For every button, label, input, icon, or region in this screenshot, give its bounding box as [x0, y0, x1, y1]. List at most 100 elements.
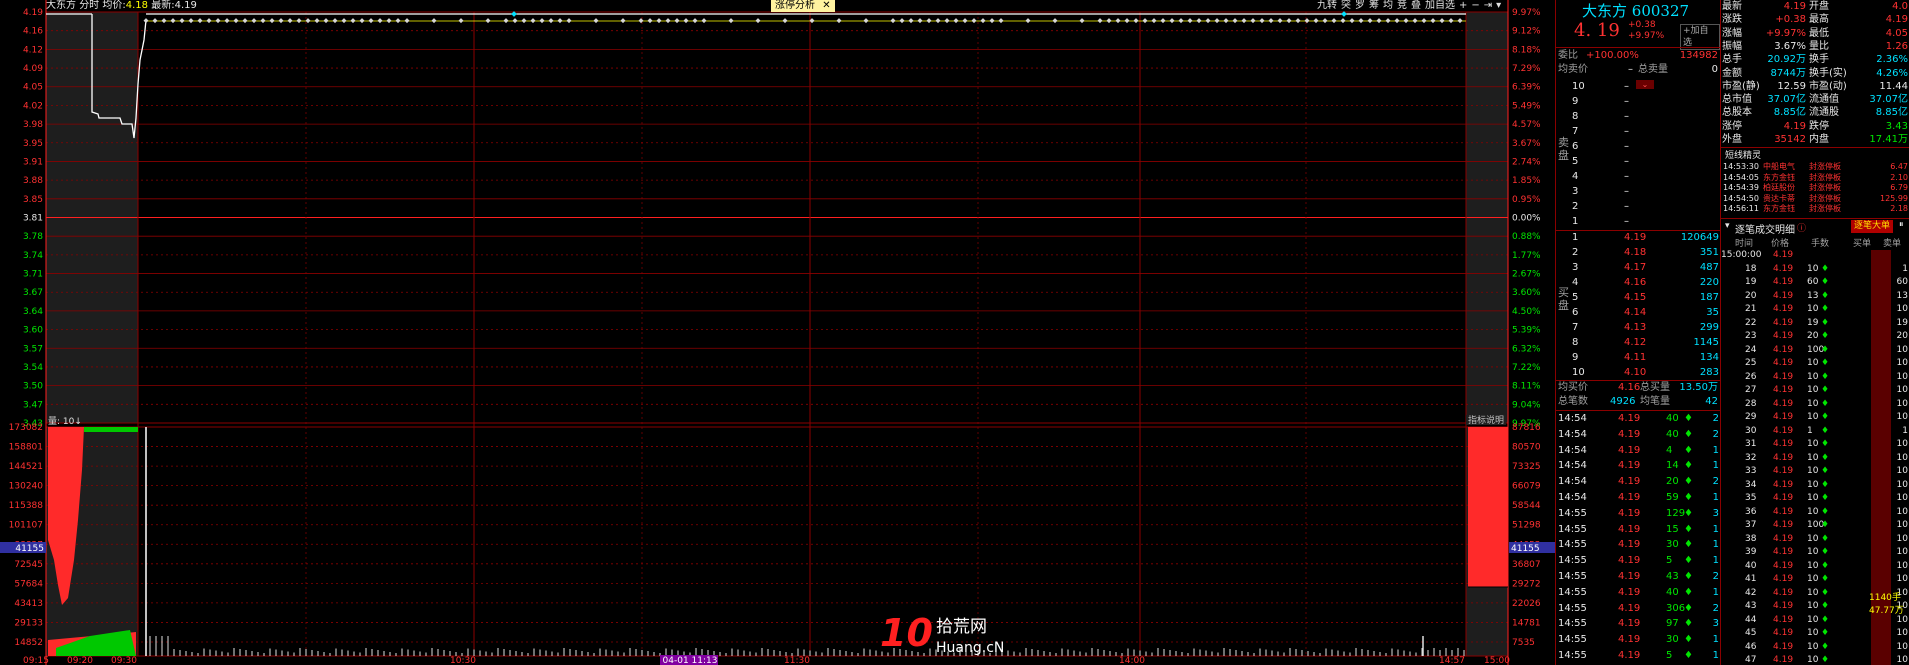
stat-label: 最高 [1809, 14, 1829, 26]
deal-seq: 46 [1745, 641, 1757, 652]
toolbar-button-4[interactable]: 均 [1381, 0, 1395, 12]
trade-marker [998, 18, 1004, 24]
stat-label: 流通股 [1809, 107, 1839, 119]
watermark-number: 10 [880, 611, 933, 655]
stats-row: 总市值 37.07亿 流通值 37.07亿 [1721, 93, 1909, 106]
deal-row: 234.1920♦20♦ [1721, 330, 1909, 343]
stat-label: 涨幅 [1722, 27, 1742, 39]
stat-label: 最低 [1809, 27, 1829, 39]
stat-label: 最新 [1722, 1, 1742, 12]
toolbar-button-1[interactable]: 突 [1339, 0, 1353, 12]
toolbar-button-7[interactable]: 加自选 [1423, 0, 1457, 12]
volume-tick-left: 14852 [14, 638, 43, 648]
toolbar-button-2[interactable]: 罗 [1353, 0, 1367, 12]
deal-sell-volume: 10 [1896, 479, 1908, 490]
sell-level-price: – [1624, 126, 1629, 137]
deal-row: 364.1910♦10♦ [1721, 506, 1909, 519]
deal-volume: 10 [1807, 466, 1819, 476]
short-term-item[interactable]: 14:54:05 东方金钰 封涨停板 2.10 [1721, 173, 1909, 183]
trade-marker [197, 18, 203, 24]
deal-price: 4.19 [1773, 655, 1794, 665]
intraday-chart-area[interactable]: 4.19 9.97% 4.16 9.12% 4.12 8.18% 4.09 7.29% 4.05… [0, 0, 1555, 665]
toolbar-button-0[interactable]: 九转 [1315, 0, 1339, 12]
avg-sell-label: 均卖价 [1558, 64, 1588, 75]
stat-value: 2.36% [1876, 54, 1908, 66]
trade-marker [1313, 18, 1319, 24]
sell-level-row: 7– [1556, 125, 1721, 140]
toolbar-button-6[interactable]: 叠 [1409, 0, 1423, 12]
stat-label: 流通值 [1809, 94, 1839, 106]
limit-up-analysis-tab[interactable]: 涨停分析 ✕ [771, 0, 835, 12]
deal-price: 4.19 [1773, 614, 1794, 625]
trade-marker [1430, 18, 1436, 24]
toolbar-arrow-icon-3[interactable]: ▾ [1494, 0, 1503, 12]
sell-level-row: 10 – [1556, 80, 1721, 95]
big-order-button[interactable]: 逐笔大单 [1851, 220, 1894, 233]
price-tick-right: 5.49% [1512, 101, 1541, 111]
buy-level-volume: 120649 [1680, 232, 1719, 243]
toolbar-arrow-icon-1[interactable]: − [1469, 0, 1481, 12]
price-tick-right: 6.32% [1512, 344, 1541, 354]
deal-seq: 24 [1745, 344, 1757, 355]
deal-row: 274.1910♦10♦ [1721, 384, 1909, 397]
trade-marker [296, 18, 302, 24]
short-term-item[interactable]: 14:53:30 中船电气 封涨停板 6.47 [1721, 162, 1909, 172]
sell-level-row: 8– [1556, 110, 1721, 125]
tick-list[interactable]: 14:54 4.19 40 ♦ 2 14:54 4.19 40 ♦ 2 14:54 4.19 4 ♦ 1 14… [1556, 412, 1721, 665]
avg-deal-value: 42 [1705, 396, 1718, 407]
deal-row: 184.1910♦1♦ [1721, 263, 1909, 276]
short-term-item[interactable]: 14:54:39 柏廷股份 封涨停板 6.79 [1721, 183, 1909, 193]
tick-row: 14:55 4.19 40 ♦ 1 [1556, 586, 1721, 601]
trade-marker [935, 18, 941, 24]
deal-price: 4.19 [1773, 466, 1794, 476]
short-term-list[interactable]: 14:53:30 中船电气 封涨停板 6.47 14:54:05 东方金钰 封涨停板 2.10… [1721, 162, 1909, 220]
pause-icon[interactable]: ⏸ [1899, 220, 1904, 230]
tick-volume: 40 [1666, 586, 1679, 598]
tick-volume: 30 [1666, 539, 1679, 551]
deal-seq: 29 [1745, 412, 1757, 422]
deal-sell-volume: 10 [1896, 304, 1908, 314]
trade-marker [620, 18, 626, 24]
price-tick-left: 4.02 [23, 101, 43, 111]
deal-row: 394.1910♦10♦ [1721, 546, 1909, 559]
short-term-item[interactable]: 14:54:50 贵达卡蒂 封涨停板 125.99 [1721, 194, 1909, 204]
total-deals-row: 总笔数 4926 均笔量 42 [1556, 395, 1720, 409]
deals-expand-icon[interactable]: ▾ [1725, 221, 1730, 231]
big-note-2: 47.77万 [1869, 606, 1904, 616]
help-icon[interactable]: ⓘ [1797, 221, 1806, 234]
trade-marker [260, 18, 266, 24]
price-tick-right: 7.29% [1512, 64, 1541, 74]
trade-marker [683, 18, 689, 24]
toolbar-arrow-icon-2[interactable]: ⇥ [1482, 0, 1494, 12]
toolbar-button-5[interactable]: 竞 [1395, 0, 1409, 12]
stat-label: 总股本 [1722, 107, 1752, 119]
trade-marker [1322, 18, 1328, 24]
indicator-label[interactable]: 指标说明 [1468, 414, 1504, 426]
deal-buy-icon: ♦ [1821, 479, 1830, 490]
deal-buy-icon: ♦ [1821, 560, 1830, 571]
tick-row: 14:54 4.19 59 ♦ 1 [1556, 491, 1721, 506]
divider [1556, 47, 1721, 48]
deal-volume: 10 [1807, 560, 1819, 571]
tick-price: 4.19 [1618, 571, 1641, 582]
deal-seq: 19 [1745, 277, 1757, 287]
deal-row: 474.1910♦10♦ [1721, 654, 1909, 665]
tick-volume: 43 [1666, 571, 1679, 582]
tick-volume: 306 [1666, 602, 1686, 614]
trade-marker [926, 18, 932, 24]
latest-label: 最新: [151, 0, 175, 11]
toolbar-arrow-icon-0[interactable]: + [1457, 0, 1469, 12]
volume-tick-right: 7535 [1512, 638, 1535, 648]
deal-seq: 35 [1745, 493, 1757, 503]
deals-header-3: 买单 [1853, 239, 1872, 249]
volume-tick-left: 158801 [9, 443, 43, 453]
short-term-item[interactable]: 14:56:11 东方金钰 封涨停板 2.18 [1721, 204, 1909, 214]
weibi-value: +100.00% [1586, 50, 1639, 61]
tick-time: 14:55 [1558, 507, 1587, 519]
buy-level-row: 1 4.19 120649 [1556, 231, 1721, 246]
stock-title: 大东方 600327 [1582, 0, 1689, 21]
close-icon[interactable]: ✕ [822, 0, 830, 11]
deal-sell-volume: 60 [1896, 277, 1908, 287]
toolbar-button-3[interactable]: 筹 [1367, 0, 1381, 12]
deal-time: 15:00:00 [1721, 250, 1762, 260]
